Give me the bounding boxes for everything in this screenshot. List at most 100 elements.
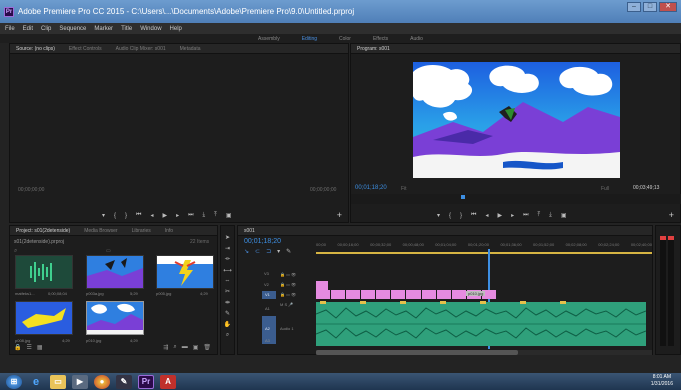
chrome-icon[interactable]: ● bbox=[94, 374, 110, 389]
track-lock-icon[interactable]: 🔒 ▭ 👁 bbox=[280, 272, 296, 277]
program-timecode[interactable]: 00;01;18;20 bbox=[355, 185, 387, 191]
thumb-lightning-image[interactable] bbox=[156, 255, 214, 289]
timeline-scroll-thumb[interactable] bbox=[316, 350, 518, 355]
a1-audio-clip[interactable] bbox=[316, 302, 646, 346]
tab-libraries[interactable]: Libraries bbox=[132, 228, 151, 234]
timeline-scrollbar[interactable] bbox=[316, 350, 652, 355]
new-item-icon[interactable]: ▣ bbox=[193, 344, 199, 351]
step-forward-icon[interactable]: ⏭ bbox=[523, 212, 528, 219]
video-clip[interactable] bbox=[406, 290, 421, 299]
thumb-shark-image[interactable] bbox=[15, 301, 73, 335]
maximize-button[interactable]: □ bbox=[643, 2, 657, 12]
paint-icon[interactable]: ✎ bbox=[116, 374, 132, 389]
menu-marker[interactable]: Marker bbox=[94, 26, 113, 32]
work-area-bar[interactable] bbox=[316, 252, 652, 254]
insert-icon[interactable]: ⤓ bbox=[203, 212, 206, 219]
video-clip[interactable] bbox=[376, 290, 391, 299]
add-marker-icon[interactable]: ▾ bbox=[277, 248, 280, 255]
lift-icon[interactable]: ⤒ bbox=[538, 212, 541, 219]
program-quality-select[interactable]: Full bbox=[601, 186, 609, 192]
tab-project[interactable]: Project: s01(2detenside) bbox=[16, 228, 70, 234]
file-explorer-icon[interactable]: ▭ bbox=[50, 374, 66, 389]
tab-info[interactable]: Info bbox=[165, 228, 173, 234]
video-clip[interactable] bbox=[391, 290, 406, 299]
step-back-icon[interactable]: ⏮ bbox=[136, 212, 141, 219]
thumb-sky-image[interactable] bbox=[86, 301, 144, 335]
linked-selection-icon[interactable]: ⊐ bbox=[266, 248, 271, 255]
internet-explorer-icon[interactable]: e bbox=[28, 375, 44, 389]
tab-program[interactable]: Program: s001 bbox=[357, 46, 390, 52]
workspace-effects[interactable]: Effects bbox=[373, 36, 388, 42]
track-mute-icon[interactable]: M S 🎤 bbox=[280, 302, 296, 307]
overwrite-icon[interactable]: ⤒ bbox=[214, 212, 217, 219]
rolling-edit-tool-icon[interactable]: ⟷ bbox=[223, 267, 232, 274]
menu-sequence[interactable]: Sequence bbox=[59, 26, 86, 32]
timeline-ruler[interactable]: 00;00 00;00;16;00 00;00;32;00 00;00;48;0… bbox=[316, 242, 652, 251]
lock-icon[interactable]: 🔒 bbox=[14, 344, 21, 351]
trash-icon[interactable]: 🗑 bbox=[203, 344, 211, 351]
extract-icon[interactable]: ⤓ bbox=[549, 212, 552, 219]
tab-metadata[interactable]: Metadata bbox=[180, 46, 201, 52]
menu-window[interactable]: Window bbox=[140, 26, 161, 32]
step-back-icon[interactable]: ⏮ bbox=[471, 212, 476, 219]
source-add-button[interactable]: + bbox=[337, 210, 342, 220]
source-timecode-left[interactable]: 00;00;00;00 bbox=[18, 187, 44, 193]
track-lock-icon[interactable]: 🔒 ▭ 👁 bbox=[280, 282, 296, 287]
export-frame-icon[interactable]: ▣ bbox=[561, 212, 567, 219]
tab-effect-controls[interactable]: Effect Controls bbox=[69, 46, 102, 52]
media-player-icon[interactable]: ▶ bbox=[72, 374, 88, 389]
razor-tool-icon[interactable]: ✂ bbox=[225, 288, 230, 295]
video-clip[interactable] bbox=[436, 290, 451, 299]
close-button[interactable]: ✕ bbox=[659, 2, 677, 12]
play-icon[interactable]: ▶ bbox=[162, 212, 167, 219]
video-clip[interactable] bbox=[346, 290, 361, 299]
premiere-taskbar-icon[interactable]: Pr bbox=[138, 374, 154, 389]
rate-stretch-tool-icon[interactable]: ⇔ bbox=[225, 278, 231, 284]
frame-forward-icon[interactable]: ▸ bbox=[511, 212, 514, 219]
marker-icon[interactable]: ▾ bbox=[437, 212, 440, 219]
frame-back-icon[interactable]: ◂ bbox=[150, 212, 153, 219]
video-clip[interactable] bbox=[331, 290, 346, 299]
tab-media-browser[interactable]: Media Browser bbox=[84, 228, 117, 234]
minimize-button[interactable]: – bbox=[627, 2, 641, 12]
tab-sequence[interactable]: s001 bbox=[244, 228, 255, 234]
zoom-tool-icon[interactable]: ⌕ bbox=[226, 332, 229, 339]
video-clip[interactable] bbox=[361, 290, 376, 299]
menu-edit[interactable]: Edit bbox=[23, 26, 33, 32]
timeline-timecode[interactable]: 00;01;18;20 bbox=[244, 238, 281, 245]
workspace-audio[interactable]: Audio bbox=[410, 36, 423, 42]
menu-title[interactable]: Title bbox=[121, 26, 132, 32]
ripple-edit-tool-icon[interactable]: ⟛ bbox=[225, 256, 230, 263]
thumb-audio-clip[interactable] bbox=[15, 255, 73, 289]
tab-audio-clip-mixer[interactable]: Audio Clip Mixer: s001 bbox=[116, 46, 166, 52]
frame-forward-icon[interactable]: ▸ bbox=[176, 212, 179, 219]
step-forward-icon[interactable]: ⏭ bbox=[188, 212, 193, 219]
track-lock-icon[interactable]: 🔒 ▭ 👁 bbox=[280, 292, 296, 297]
pen-tool-icon[interactable]: ✎ bbox=[225, 310, 230, 317]
find-icon[interactable]: ⌕ bbox=[173, 344, 176, 351]
icon-view-icon[interactable]: ▦ bbox=[37, 344, 43, 351]
tab-source[interactable]: Source: (no clips) bbox=[16, 46, 55, 52]
new-bin-icon[interactable]: ▬ bbox=[182, 344, 188, 351]
settings-wrench-icon[interactable]: ✎ bbox=[286, 248, 291, 255]
program-playhead[interactable] bbox=[461, 195, 465, 199]
frame-back-icon[interactable]: ◂ bbox=[485, 212, 488, 219]
menu-file[interactable]: File bbox=[5, 26, 15, 32]
mark-in-icon[interactable]: { bbox=[449, 213, 451, 219]
track-select-tool-icon[interactable]: ⇥ bbox=[225, 245, 230, 252]
pdf-reader-icon[interactable]: A bbox=[160, 374, 176, 389]
list-view-icon[interactable]: ☰ bbox=[26, 344, 31, 351]
marker-icon[interactable]: ▾ bbox=[102, 212, 105, 219]
nest-icon[interactable]: ↘ bbox=[244, 248, 249, 255]
menu-help[interactable]: Help bbox=[170, 26, 182, 32]
start-button-icon[interactable]: ⊞ bbox=[6, 374, 22, 389]
program-fit-select[interactable]: Fit bbox=[401, 186, 407, 192]
export-frame-icon[interactable]: ▣ bbox=[226, 212, 232, 219]
mark-out-icon[interactable]: } bbox=[125, 213, 127, 219]
mark-in-icon[interactable]: { bbox=[114, 213, 116, 219]
video-clip[interactable] bbox=[451, 290, 466, 299]
workspace-editing[interactable]: Editing bbox=[302, 36, 317, 42]
program-scrub-bar[interactable] bbox=[351, 194, 681, 204]
workspace-color[interactable]: Color bbox=[339, 36, 351, 42]
search-icon[interactable]: ⌕ bbox=[14, 248, 17, 255]
